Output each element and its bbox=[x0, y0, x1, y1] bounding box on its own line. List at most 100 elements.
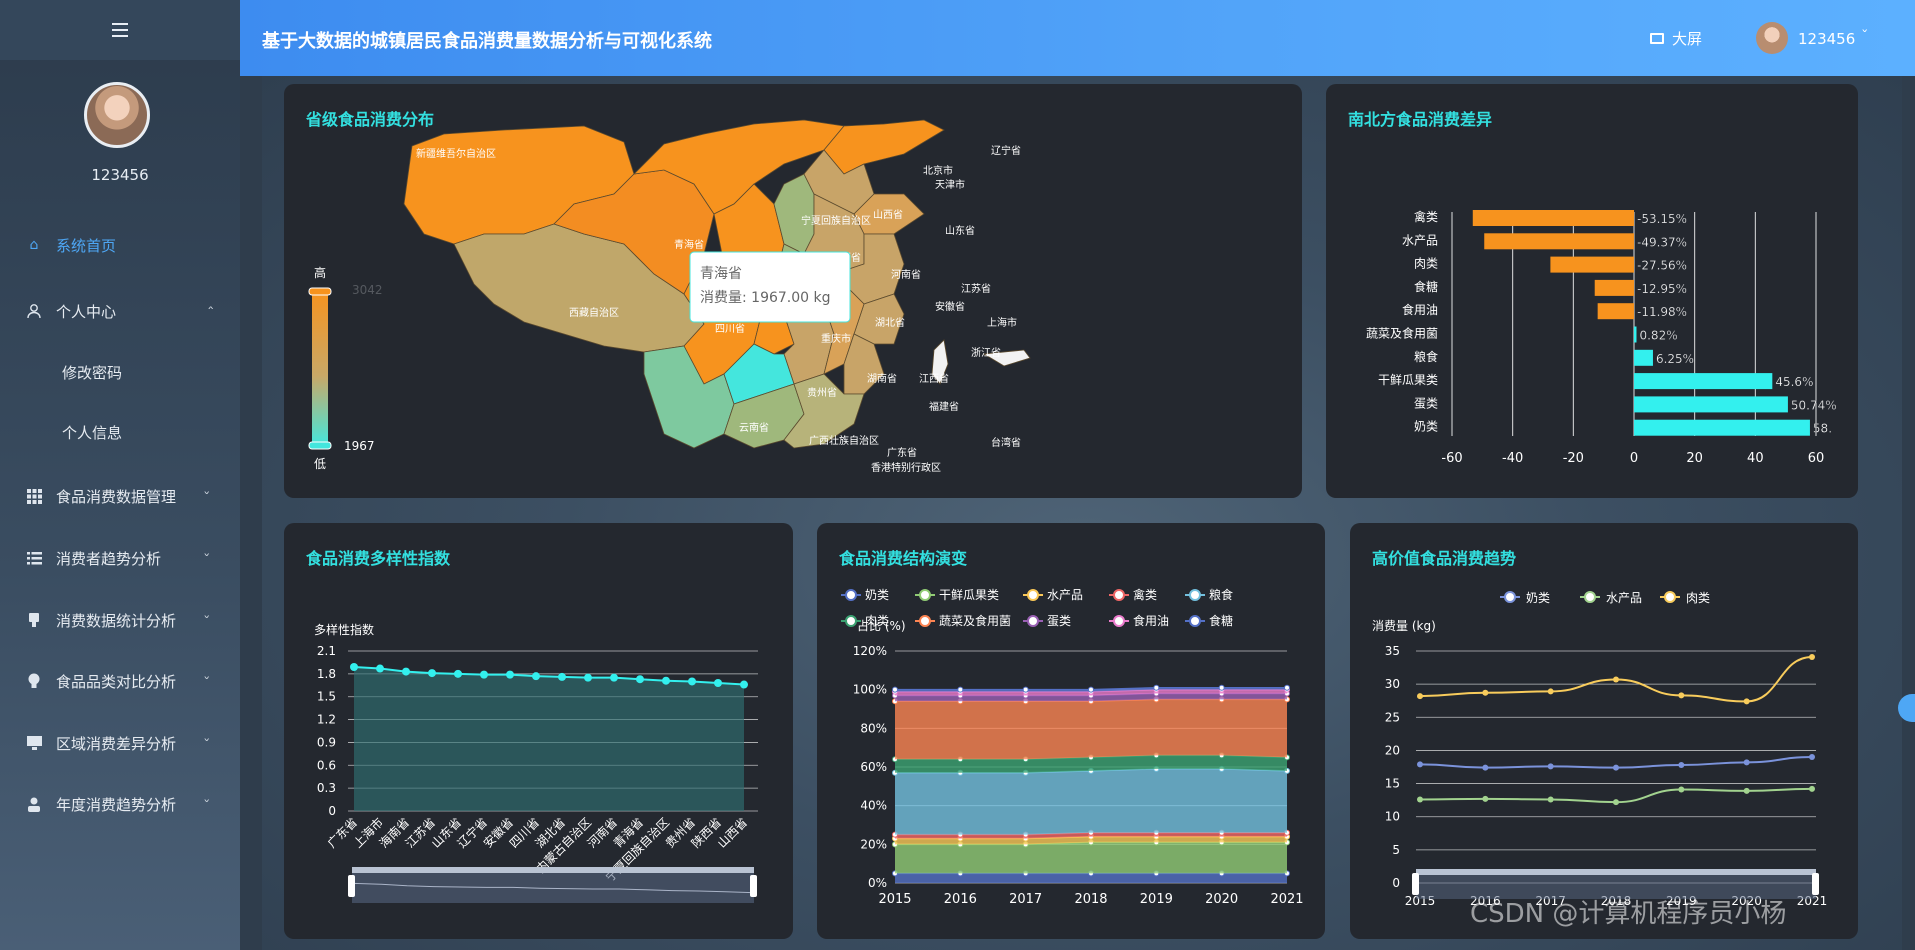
map-tooltip: 青海省 消费量: 1967.00 kg bbox=[689, 251, 851, 323]
data-point bbox=[1218, 684, 1225, 691]
chevron-down-icon: ˅ bbox=[202, 797, 211, 811]
user-icon bbox=[26, 303, 42, 319]
data-label: -11.98% bbox=[1637, 305, 1687, 319]
avatar bbox=[84, 82, 150, 148]
chevron-down-icon: ˅ bbox=[202, 736, 211, 750]
y-tick-label: 20% bbox=[860, 837, 887, 851]
bar bbox=[1594, 279, 1634, 296]
x-tick-label: 2021 bbox=[1270, 892, 1303, 907]
legend-min: 1967 bbox=[344, 439, 375, 453]
map-panel: 省级食品消费分布 高 3042 1967 低 新疆维吾尔自治区 西藏自治区 青海… bbox=[284, 84, 1302, 498]
data-zoom-handle-left[interactable] bbox=[1412, 873, 1419, 895]
y-tick-label: 120% bbox=[853, 644, 887, 658]
sidebar-item-change-password[interactable]: 修改密码 bbox=[0, 349, 240, 395]
sidebar-item-home[interactable]: ⌂ 系统首页 bbox=[0, 222, 240, 268]
visual-map-handle-bottom[interactable] bbox=[308, 441, 332, 450]
svg-text:福建省: 福建省 bbox=[929, 400, 959, 413]
data-point bbox=[740, 680, 748, 689]
sidebar-item-annual-trend[interactable]: 年度消费趋势分析 ˅ bbox=[0, 781, 240, 827]
data-label: -27.56% bbox=[1637, 259, 1687, 273]
sidebar: 123456 ⌂ 系统首页 个人中心 ˄ 修改密码 个人信息 食品消费数据管理 … bbox=[0, 0, 240, 950]
data-point bbox=[1678, 786, 1685, 793]
svg-text:湖南省: 湖南省 bbox=[867, 372, 897, 385]
y-tick-label: 0.3 bbox=[317, 781, 336, 795]
svg-text:青海省: 青海省 bbox=[700, 266, 742, 282]
sidebar-item-label: 年度消费趋势分析 bbox=[56, 795, 177, 814]
data-point bbox=[1482, 764, 1489, 771]
header-username[interactable]: 123456 bbox=[1798, 30, 1855, 48]
chevron-down-icon[interactable]: ˅ bbox=[1861, 28, 1869, 41]
svg-text:台湾省: 台湾省 bbox=[991, 436, 1021, 449]
data-point bbox=[1417, 761, 1423, 768]
data-point bbox=[1482, 689, 1489, 696]
legend-marker bbox=[1027, 589, 1039, 601]
data-point bbox=[1284, 684, 1290, 691]
legend-marker bbox=[1584, 591, 1596, 603]
sidebar-item-region-diff[interactable]: 区域消费差异分析 ˅ bbox=[0, 720, 240, 766]
data-zoom-handle-right[interactable] bbox=[1812, 873, 1819, 895]
data-point bbox=[1417, 796, 1423, 803]
data-zoom-handle-left[interactable] bbox=[348, 875, 355, 897]
y-tick-label: 30 bbox=[1385, 677, 1400, 691]
legend-label: 食糖 bbox=[1209, 613, 1233, 628]
data-point bbox=[1547, 688, 1554, 695]
data-point bbox=[584, 673, 592, 682]
structure-panel: 食品消费结构演变 奶类 干鲜瓜果类 水产品 禽类 粮食 肉类 蔬菜及食用菌 蛋类 食用油 食糖 占比… bbox=[817, 523, 1325, 939]
category-label: 禽类 bbox=[1414, 209, 1438, 224]
bigscreen-label: 大屏 bbox=[1672, 30, 1703, 48]
diversity-chart[interactable]: 多样性指数00.30.60.91.21.51.82.1广东省上海市海南省江苏省山… bbox=[284, 523, 793, 939]
structure-chart[interactable]: 奶类 干鲜瓜果类 水产品 禽类 粮食肉类 蔬菜及食用菌 蛋类 食用油 食糖占比 (%)0%20%… bbox=[817, 523, 1325, 939]
svg-text:北京市: 北京市 bbox=[923, 164, 953, 177]
visual-map-handle-top[interactable] bbox=[308, 287, 332, 296]
x-tick-label: 2016 bbox=[944, 892, 977, 907]
chevron-down-icon: ˅ bbox=[202, 551, 211, 565]
svg-text:湖北省: 湖北省 bbox=[875, 316, 905, 329]
sidebar-item-personal-center[interactable]: 个人中心 ˄ bbox=[0, 288, 240, 334]
legend-marker bbox=[845, 615, 857, 627]
data-point bbox=[1613, 676, 1619, 683]
legend-marker bbox=[919, 589, 931, 601]
svg-text:浙江省: 浙江省 bbox=[971, 346, 1001, 359]
header-avatar[interactable] bbox=[1756, 22, 1788, 54]
list-icon bbox=[26, 550, 42, 566]
sidebar-item-category-compare[interactable]: 食品品类对比分析 ˅ bbox=[0, 658, 240, 704]
legend-label: 蛋类 bbox=[1047, 614, 1071, 628]
north-south-chart[interactable]: -60 -40 -20 0 20 40 60 禽类 -53.15% 水产品 -49.37% 肉类 -27… bbox=[1326, 84, 1858, 498]
high-value-chart[interactable]: 奶类 水产品 肉类消费量 (kg)051015202530352015 2016 201… bbox=[1350, 523, 1858, 939]
sidebar-item-personal-info[interactable]: 个人信息 bbox=[0, 409, 240, 455]
sidebar-toggle[interactable] bbox=[0, 0, 240, 60]
y-tick-label: 60% bbox=[860, 760, 887, 774]
sidebar-item-food-data-mgmt[interactable]: 食品消费数据管理 ˅ bbox=[0, 473, 240, 519]
sidebar-item-label: 个人信息 bbox=[62, 423, 123, 442]
data-label: 45.6% bbox=[1775, 375, 1813, 389]
legend-label: 蔬菜及食用菌 bbox=[939, 613, 1011, 628]
data-point bbox=[350, 663, 358, 671]
bigscreen-button[interactable]: 大屏 bbox=[1650, 28, 1702, 49]
chevron-up-icon: ˄ bbox=[206, 304, 215, 318]
data-zoom-top-bar bbox=[1416, 869, 1816, 875]
series-area bbox=[895, 699, 1287, 760]
series-area bbox=[895, 768, 1287, 835]
category-label: 食用油 bbox=[1402, 302, 1438, 317]
legend-marker bbox=[1113, 615, 1125, 627]
sidebar-username: 123456 bbox=[91, 166, 149, 184]
bar bbox=[1634, 373, 1773, 390]
x-tick-label: -60 bbox=[1441, 451, 1462, 466]
visual-map-bar[interactable] bbox=[312, 290, 328, 446]
y-tick-label: 100% bbox=[853, 683, 887, 697]
data-point bbox=[532, 672, 540, 681]
province-map[interactable]: 高 3042 1967 低 新疆维吾尔自治区 西藏自治区 青海省 四川省 云南省… bbox=[284, 84, 1302, 498]
legend-label: 水产品 bbox=[1606, 591, 1642, 605]
x-tick-label: 0 bbox=[1630, 451, 1638, 466]
data-point bbox=[1088, 686, 1094, 693]
sidebar-item-consumer-trend[interactable]: 消费者趋势分析 ˅ bbox=[0, 535, 240, 581]
data-point bbox=[376, 664, 384, 673]
top-header: 基于大数据的城镇居民食品消费量数据分析与可视化系统 大屏 123456 ˅ bbox=[240, 0, 1915, 76]
bar bbox=[1472, 210, 1634, 226]
sidebar-item-stats-analysis[interactable]: 消费数据统计分析 ˅ bbox=[0, 597, 240, 643]
data-zoom-handle-right[interactable] bbox=[750, 875, 757, 897]
legend-marker bbox=[1027, 615, 1039, 627]
x-tick-label: 2020 bbox=[1205, 892, 1238, 907]
hamburger-icon[interactable] bbox=[112, 23, 128, 37]
svg-text:西藏自治区: 西藏自治区 bbox=[569, 306, 619, 319]
